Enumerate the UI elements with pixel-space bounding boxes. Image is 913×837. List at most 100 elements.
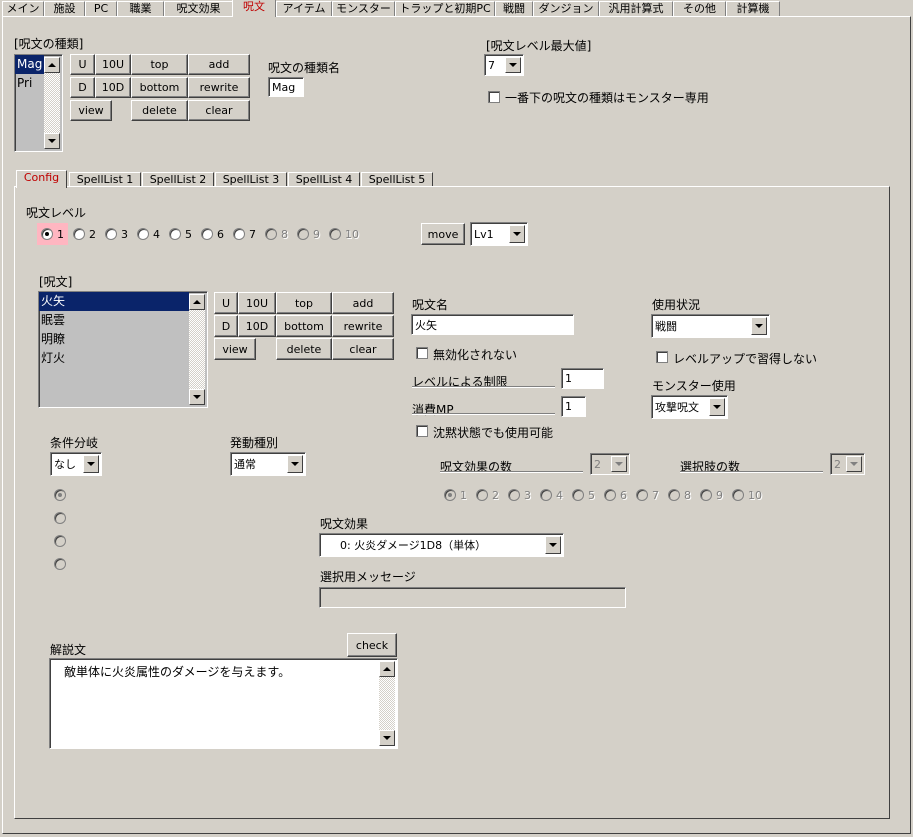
scroll-down-arrow-icon[interactable] <box>189 389 205 405</box>
up-button[interactable]: U <box>70 54 95 75</box>
subtab-spelllist-2[interactable]: SpellList 2 <box>142 172 214 187</box>
effect-radio <box>572 489 584 501</box>
down10-button[interactable]: 10D <box>95 77 131 98</box>
rewrite-button[interactable]: rewrite <box>188 77 250 98</box>
scroll-down-arrow-icon[interactable] <box>44 133 60 149</box>
list-item[interactable]: 明瞭 <box>39 330 189 349</box>
tab-spell[interactable]: 呪文 <box>232 0 276 17</box>
spell-rewrite-button[interactable]: rewrite <box>332 315 394 337</box>
spell-add-button[interactable]: add <box>332 292 394 314</box>
not-nullified-checkbox[interactable] <box>416 347 428 359</box>
spell-up-button[interactable]: U <box>214 292 238 314</box>
spell-level-radio[interactable] <box>137 228 149 240</box>
effect-radio <box>732 489 744 501</box>
spell-type-list[interactable]: Mag Pri <box>14 54 63 152</box>
move-target-select[interactable]: Lv1 <box>470 222 528 246</box>
spell-level-radio[interactable] <box>201 228 213 240</box>
check-button[interactable]: check <box>347 633 397 657</box>
silence-usable-checkbox[interactable] <box>416 425 428 437</box>
scroll-down-arrow-icon[interactable] <box>379 730 395 746</box>
tab-monster[interactable]: モンスター <box>332 1 395 17</box>
tab-facility[interactable]: 施設 <box>44 1 85 17</box>
subtab-spelllist-1[interactable]: SpellList 1 <box>69 172 141 187</box>
spell-level-radio[interactable] <box>169 228 181 240</box>
top-button[interactable]: top <box>131 54 188 75</box>
tab-calculator[interactable]: 計算機 <box>726 1 780 17</box>
spell-list[interactable]: 火矢 眠雲 明瞭 灯火 <box>38 291 208 408</box>
spell-type-scrollbar[interactable] <box>44 57 60 149</box>
max-level-select[interactable]: 7 <box>484 54 524 76</box>
no-levelup-checkbox[interactable] <box>656 351 668 363</box>
list-item[interactable]: Pri <box>15 74 44 93</box>
list-item[interactable]: 眠雲 <box>39 311 189 330</box>
tab-formula[interactable]: 汎用計算式 <box>599 1 673 17</box>
effect-select[interactable]: 0: 火炎ダメージ1D8（単体） <box>319 533 564 557</box>
clear-button[interactable]: clear <box>188 100 250 121</box>
list-item[interactable]: 火矢 <box>39 292 189 311</box>
tab-class[interactable]: 職業 <box>117 1 164 17</box>
chevron-down-icon[interactable] <box>751 317 767 335</box>
description-textarea[interactable]: 敵単体に火炎属性のダメージを与えます。 <box>49 658 398 749</box>
spell-down10-button[interactable]: 10D <box>238 315 276 337</box>
select-message-input <box>319 587 626 608</box>
spell-name-input[interactable]: 火矢 <box>411 314 574 335</box>
subtab-spelllist-5[interactable]: SpellList 5 <box>361 172 433 187</box>
spell-clear-button[interactable]: clear <box>332 338 394 360</box>
usage-select[interactable]: 戦闘 <box>651 314 770 338</box>
tab-spell-effect[interactable]: 呪文効果 <box>164 1 233 17</box>
spell-level-radio[interactable] <box>105 228 117 240</box>
move-button[interactable]: move <box>421 223 465 245</box>
spell-level-radio[interactable] <box>73 228 85 240</box>
spell-delete-button[interactable]: delete <box>276 338 332 360</box>
description-scrollbar[interactable] <box>379 661 395 746</box>
scroll-up-arrow-icon[interactable] <box>379 661 395 677</box>
scroll-up-arrow-icon[interactable] <box>44 57 60 73</box>
chevron-down-icon[interactable] <box>545 536 561 554</box>
tab-other[interactable]: その他 <box>673 1 726 17</box>
list-item[interactable]: Mag <box>15 55 44 74</box>
tab-item[interactable]: アイテム <box>276 1 332 17</box>
spell-view-button[interactable]: view <box>214 338 256 360</box>
spell-level-option-label: 8 <box>281 228 288 241</box>
branch-select[interactable]: なし <box>50 452 102 476</box>
effect-radio <box>604 489 616 501</box>
tab-trap-initial-pc[interactable]: トラップと初期PC <box>395 1 495 17</box>
up10-button[interactable]: 10U <box>95 54 131 75</box>
subtab-config[interactable]: Config <box>16 170 67 188</box>
subtab-spelllist-4[interactable]: SpellList 4 <box>288 172 360 187</box>
chevron-down-icon[interactable] <box>709 398 725 416</box>
chevron-down-icon[interactable] <box>509 225 525 243</box>
tab-pc[interactable]: PC <box>85 1 117 17</box>
chevron-down-icon[interactable] <box>287 455 303 473</box>
choice-count-underline <box>680 471 823 473</box>
monster-use-select[interactable]: 攻撃呪文 <box>651 395 728 419</box>
add-button[interactable]: add <box>188 54 250 75</box>
spell-down-button[interactable]: D <box>214 315 238 337</box>
spell-bottom-button[interactable]: bottom <box>276 315 332 337</box>
bottom-button[interactable]: bottom <box>131 77 188 98</box>
spell-level-radio[interactable] <box>41 228 53 240</box>
spell-level-option-label: 4 <box>153 228 160 241</box>
trigger-select[interactable]: 通常 <box>230 452 306 476</box>
chevron-down-icon[interactable] <box>505 57 521 73</box>
list-item[interactable]: 灯火 <box>39 349 189 368</box>
monster-only-checkbox[interactable] <box>488 91 500 103</box>
spell-level-radio[interactable] <box>233 228 245 240</box>
level-limit-input[interactable]: 1 <box>561 368 604 389</box>
view-button[interactable]: view <box>70 100 112 121</box>
spell-list-scrollbar[interactable] <box>189 294 205 405</box>
tab-battle[interactable]: 戦闘 <box>495 1 533 17</box>
spell-up10-button[interactable]: 10U <box>238 292 276 314</box>
spell-top-button[interactable]: top <box>276 292 332 314</box>
effect-radio-label: 3 <box>524 489 531 502</box>
mp-input[interactable]: 1 <box>561 396 586 417</box>
scroll-up-arrow-icon[interactable] <box>189 294 205 310</box>
subtab-spelllist-3[interactable]: SpellList 3 <box>215 172 287 187</box>
delete-button[interactable]: delete <box>131 100 188 121</box>
spell-type-name-input[interactable]: Mag <box>268 77 304 97</box>
branch-label: 条件分岐 <box>50 436 99 450</box>
tab-dungeon[interactable]: ダンジョン <box>533 1 599 17</box>
chevron-down-icon[interactable] <box>83 455 99 473</box>
down-button[interactable]: D <box>70 77 95 98</box>
tab-main[interactable]: メイン <box>2 1 44 17</box>
